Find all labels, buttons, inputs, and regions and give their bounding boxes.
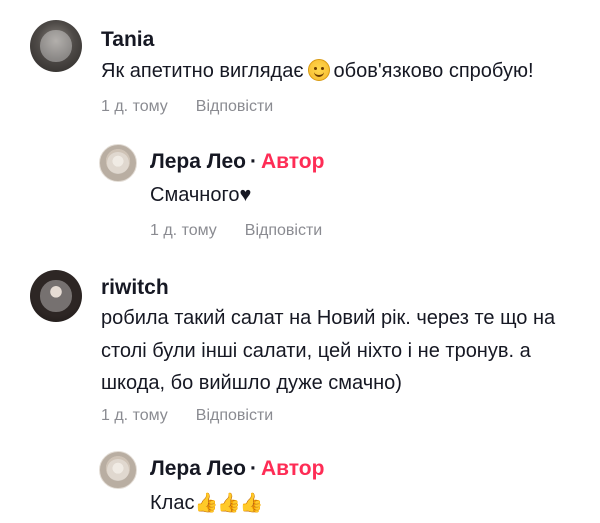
comment-text-line: шкода, бо вийшло дуже смачно) (101, 372, 402, 394)
reply-button[interactable]: Відповісти (196, 407, 273, 424)
reply-button[interactable]: Відповісти (196, 98, 273, 115)
author-badge: Автор (261, 150, 325, 173)
avatar[interactable] (30, 270, 82, 322)
timestamp: 1 д. тому (101, 98, 168, 115)
avatar[interactable] (99, 144, 137, 182)
comment-text-line: столі були інші салати, цей ніхто і не т… (101, 340, 531, 362)
separator: · (250, 150, 257, 173)
comment-text-part: Клас (150, 492, 195, 514)
author-badge: Автор (261, 457, 325, 480)
comment-text-line: робила такий салат на Новий рік. через т… (101, 307, 556, 329)
comment-text-part: обов'язково спробую! (333, 60, 534, 82)
thumbs-up-icon: 👍👍👍 (194, 493, 263, 514)
avatar[interactable] (30, 20, 82, 72)
smiling-face-icon (307, 59, 330, 81)
avatar[interactable] (99, 451, 137, 489)
comment-author: Лера Лео · Автор (150, 150, 324, 174)
comment-text: Смачного♥ (150, 184, 252, 206)
author-name[interactable]: Лера Лео (150, 457, 246, 480)
comment-author[interactable]: Tania (101, 28, 154, 52)
comment-author[interactable]: riwitch (101, 276, 169, 300)
comment-text: Клас👍👍👍 (150, 488, 263, 519)
comment-meta: 1 д. тому Відповісти (101, 98, 273, 116)
author-name[interactable]: Лера Лео (150, 150, 246, 173)
comment-meta: 1 д. тому Відповісти (150, 222, 322, 240)
reply-button[interactable]: Відповісти (245, 222, 322, 239)
comment-text-part: Як апетитно виглядає (101, 60, 304, 82)
timestamp: 1 д. тому (150, 222, 217, 239)
comment-text: Як апетитно виглядає обов'язково спробую! (101, 56, 534, 87)
comment-meta: 1 д. тому Відповісти (101, 407, 273, 425)
comment-author: Лера Лео · Автор (150, 457, 324, 481)
separator: · (250, 457, 257, 480)
timestamp: 1 д. тому (101, 407, 168, 424)
